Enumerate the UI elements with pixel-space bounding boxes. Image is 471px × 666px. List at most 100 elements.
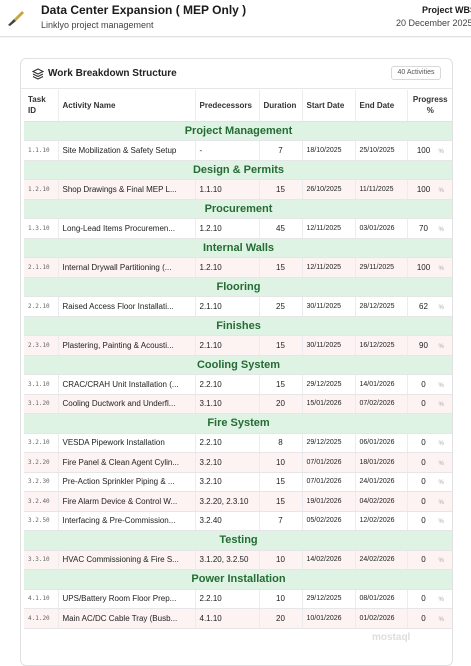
wbs-title: Work Breakdown Structure (48, 68, 177, 79)
progress-cell: 0% (407, 433, 452, 453)
progress-input[interactable]: 0 (412, 378, 436, 391)
table-row[interactable]: 2.2.10 Raised Access Floor Installati... 2… (24, 296, 452, 317)
table-row[interactable]: 3.1.20 Cooling Ductwork and Underfl... 3.1… (24, 394, 452, 414)
table-row[interactable]: 4.1.20 Main AC/DC Cable Tray (Busb... 4.1.… (24, 608, 452, 629)
activity-name-cell: Raised Access Floor Installati... (58, 296, 196, 317)
table-row[interactable]: 3.2.20 Fire Panel & Clean Agent Cylin... 3… (24, 452, 452, 473)
col-header-predecessors[interactable]: Predecessors (195, 90, 260, 122)
table-row[interactable]: 1.3.10 Long-Lead Items Procuremen... 1.2.1… (24, 218, 452, 239)
duration-cell: 8 (259, 433, 303, 453)
predecessors-cell: 2.1.10 (195, 335, 260, 356)
section-title: Internal Walls (24, 238, 452, 258)
table-row[interactable]: 3.3.10 HVAC Commissioning & Fire S... 3.1.… (24, 550, 452, 570)
end-date-cell: 06/01/2026 (355, 433, 408, 453)
activity-name-cell: Long-Lead Items Procuremen... (58, 218, 196, 239)
project-wbs-label: Project WBS (422, 5, 471, 15)
activity-name-cell: Interfacing & Pre-Commission... (58, 511, 196, 531)
progress-input[interactable]: 0 (412, 397, 436, 410)
activity-name-cell: Site Mobilization & Safety Setup (58, 140, 196, 161)
end-date-cell: 25/10/2025 (355, 140, 408, 161)
activity-name-cell: Fire Panel & Clean Agent Cylin... (58, 452, 196, 473)
progress-input[interactable]: 0 (412, 612, 436, 625)
task-id-cell: 1.2.10 (24, 179, 59, 200)
section-header-row: Finishes (24, 316, 452, 336)
progress-input[interactable]: 0 (412, 456, 436, 469)
start-date-cell: 19/01/2026 (302, 491, 356, 512)
percent-symbol: % (438, 148, 444, 155)
start-date-cell: 30/11/2025 (302, 335, 356, 356)
watermark: mostaql (372, 632, 411, 643)
section-title: Design & Permits (24, 160, 452, 180)
table-row[interactable]: 2.3.10 Plastering, Painting & Acousti... 2… (24, 335, 452, 356)
end-date-cell: 01/02/2026 (355, 608, 408, 629)
col-header-progress[interactable]: Progress % (407, 90, 452, 122)
table-row[interactable]: 4.1.10 UPS/Battery Room Floor Prep... 2.2.… (24, 589, 452, 609)
end-date-cell: 16/12/2025 (355, 335, 408, 356)
col-header-activity-name[interactable]: Activity Name (58, 90, 196, 122)
task-id-cell: 2.1.10 (24, 257, 59, 278)
end-date-cell: 14/01/2026 (355, 374, 408, 395)
duration-cell: 7 (259, 511, 303, 531)
progress-input[interactable]: 0 (412, 495, 436, 508)
end-date-cell: 04/02/2026 (355, 491, 408, 512)
project-subtitle: Linklyo project management (41, 20, 154, 30)
progress-input[interactable]: 0 (412, 436, 436, 449)
table-row[interactable]: 2.1.10 Internal Drywall Partitioning (...… (24, 257, 452, 278)
section-title: Cooling System (24, 355, 452, 375)
task-id-cell: 1.3.10 (24, 218, 59, 239)
progress-input[interactable]: 70 (412, 222, 436, 235)
duration-cell: 10 (259, 452, 303, 473)
table-row[interactable]: 1.1.10 Site Mobilization & Safety Setup -7… (24, 140, 452, 161)
task-id-cell: 1.1.10 (24, 140, 59, 161)
percent-symbol: % (438, 402, 444, 409)
end-date-cell: 11/11/2025 (355, 179, 408, 200)
section-title: Testing (24, 530, 452, 551)
table-row[interactable]: 3.2.30 Pre-Action Sprinkler Piping & ... 3… (24, 472, 452, 492)
progress-cell: 0% (407, 608, 452, 629)
project-title: Data Center Expansion ( MEP Only ) (41, 3, 247, 17)
activity-name-cell: Fire Alarm Device & Control W... (58, 491, 196, 512)
col-header-task-id[interactable]: Task ID (24, 90, 59, 122)
progress-cell: 90% (407, 335, 452, 356)
table-row[interactable]: 3.2.10 VESDA Pipework Installation 2.2.10 8… (24, 433, 452, 453)
task-id-cell: 3.1.10 (24, 374, 59, 395)
predecessors-cell: 2.1.10 (195, 296, 260, 317)
percent-symbol: % (438, 616, 444, 623)
section-header-row: Power Installation (24, 569, 452, 590)
progress-input[interactable]: 100 (412, 183, 436, 196)
col-header-duration[interactable]: Duration (259, 90, 303, 122)
percent-symbol: % (438, 460, 444, 467)
progress-input[interactable]: 100 (412, 144, 436, 157)
percent-symbol: % (438, 187, 444, 194)
progress-input[interactable]: 0 (412, 553, 436, 566)
progress-cell: 100% (407, 257, 452, 278)
progress-input[interactable]: 90 (412, 339, 436, 352)
table-row[interactable]: 1.2.10 Shop Drawings & Final MEP L... 1.1.… (24, 179, 452, 200)
start-date-cell: 26/10/2025 (302, 179, 356, 200)
table-row[interactable]: 3.2.50 Interfacing & Pre-Commission... 3.2… (24, 511, 452, 531)
table-row[interactable]: 3.2.40 Fire Alarm Device & Control W... 3.… (24, 491, 452, 512)
progress-input[interactable]: 0 (412, 514, 436, 527)
activity-name-cell: HVAC Commissioning & Fire S... (58, 550, 196, 570)
end-date-cell: 03/01/2026 (355, 218, 408, 239)
progress-input[interactable]: 100 (412, 261, 436, 274)
progress-input[interactable]: 62 (412, 300, 436, 313)
duration-cell: 10 (259, 589, 303, 609)
section-title: Procurement (24, 199, 452, 219)
task-id-cell: 2.3.10 (24, 335, 59, 356)
pen-logo-icon (8, 11, 24, 26)
table-row[interactable]: 3.1.10 CRAC/CRAH Unit Installation (... 2.… (24, 374, 452, 395)
progress-input[interactable]: 0 (412, 475, 436, 488)
start-date-cell: 15/01/2026 (302, 394, 356, 414)
percent-symbol: % (438, 499, 444, 506)
activity-name-cell: Pre-Action Sprinkler Piping & ... (58, 472, 196, 492)
progress-input[interactable]: 0 (412, 592, 436, 605)
table-header-row: Task ID Activity Name Predecessors Durat… (24, 90, 452, 122)
percent-symbol: % (438, 558, 444, 565)
activity-name-cell: Plastering, Painting & Acousti... (58, 335, 196, 356)
col-header-end-date[interactable]: End Date (355, 90, 408, 122)
progress-cell: 100% (407, 140, 452, 161)
task-id-cell: 4.1.20 (24, 608, 59, 629)
end-date-cell: 24/01/2026 (355, 472, 408, 492)
col-header-start-date[interactable]: Start Date (302, 90, 356, 122)
